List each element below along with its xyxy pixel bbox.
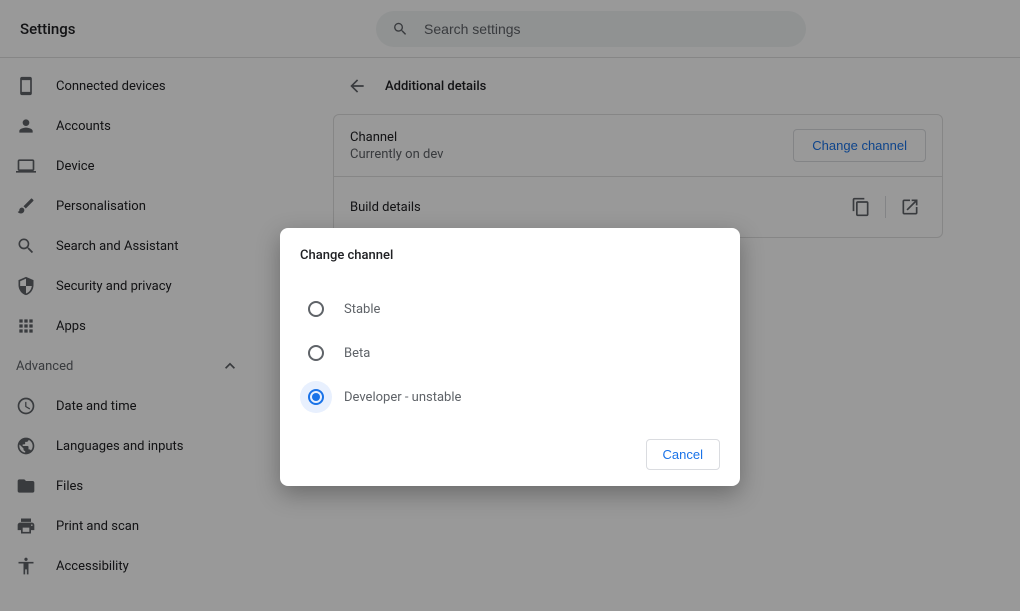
radio-label: Stable [344, 302, 380, 317]
radio-option-stable[interactable]: Stable [300, 287, 720, 331]
change-channel-dialog: Change channel Stable Beta Developer - u… [280, 228, 740, 486]
radio-option-developer[interactable]: Developer - unstable [300, 375, 720, 419]
radio-label: Developer - unstable [344, 390, 461, 405]
dialog-title: Change channel [300, 248, 720, 263]
radio-label: Beta [344, 346, 370, 361]
cancel-button[interactable]: Cancel [646, 439, 720, 470]
radio-option-beta[interactable]: Beta [300, 331, 720, 375]
